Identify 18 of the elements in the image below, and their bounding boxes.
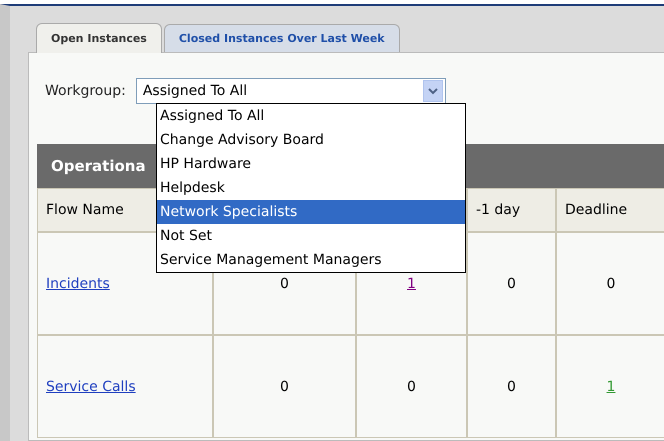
count-value: 0	[507, 276, 516, 292]
column-header: Deadline	[556, 188, 664, 232]
column-header: -1 day	[467, 188, 556, 232]
count-value: 0	[507, 378, 516, 394]
dropdown-option[interactable]: Network Specialists	[157, 200, 465, 224]
count-link[interactable]: 1	[407, 276, 416, 292]
workgroup-label: Workgroup:	[45, 83, 126, 99]
tab[interactable]: Open Instances	[36, 23, 162, 53]
count-value: 0	[606, 276, 616, 292]
workgroup-select[interactable]: Assigned To All	[136, 78, 446, 104]
count-value: 0	[407, 378, 416, 394]
count-value: 0	[280, 378, 289, 394]
flow-link[interactable]: Service Calls	[46, 378, 136, 394]
count-value: 0	[280, 276, 289, 292]
chevron-down-icon[interactable]	[422, 80, 443, 102]
tab[interactable]: Closed Instances Over Last Week	[164, 24, 400, 52]
flow-link[interactable]: Incidents	[46, 276, 110, 292]
section-title: Operationa	[51, 157, 146, 175]
